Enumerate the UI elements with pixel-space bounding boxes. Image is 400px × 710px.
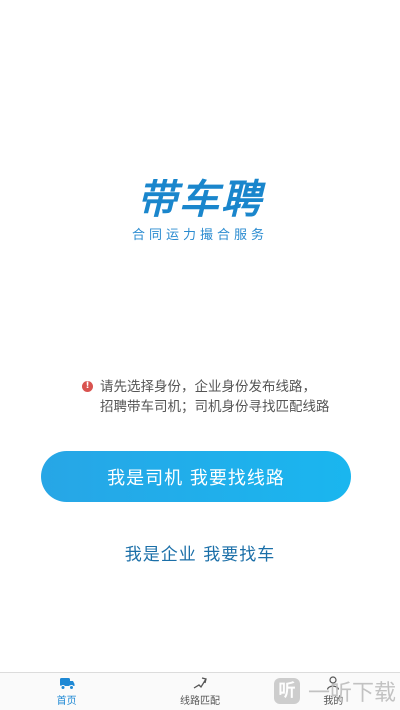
tab-mine[interactable]: 我的: [267, 673, 400, 710]
app-logo: 带车聘 合同运力撮合服务: [0, 178, 400, 243]
tab-mine-label: 我的: [323, 696, 344, 707]
bottom-tab-bar: 首页 线路匹配 我的: [0, 672, 400, 710]
notice-line-2: 招聘带车司机；司机身份寻找匹配线路: [100, 399, 330, 415]
truck-icon: [59, 676, 75, 690]
tab-route-match-label: 线路匹配: [179, 696, 220, 707]
company-find-truck-button[interactable]: 我是企业 我要找车: [0, 540, 400, 565]
role-notice: ! 请先选择身份，企业身份发布线路， 招聘带车司机；司机身份寻找匹配线路: [82, 377, 372, 417]
notice-text: 请先选择身份，企业身份发布线路， 招聘带车司机；司机身份寻找匹配线路: [100, 377, 330, 417]
driver-find-route-button[interactable]: 我是司机 我要找线路: [41, 451, 351, 502]
logo-title: 带车聘: [137, 177, 263, 223]
alert-icon: !: [82, 381, 93, 392]
person-icon: [325, 676, 341, 690]
notice-line-1: 请先选择身份，企业身份发布线路，: [100, 379, 316, 395]
tab-home[interactable]: 首页: [0, 673, 133, 710]
tab-home-label: 首页: [56, 696, 77, 707]
logo-subtitle: 合同运力撮合服务: [131, 228, 268, 243]
route-icon: [192, 676, 208, 690]
tab-route-match[interactable]: 线路匹配: [133, 673, 266, 710]
